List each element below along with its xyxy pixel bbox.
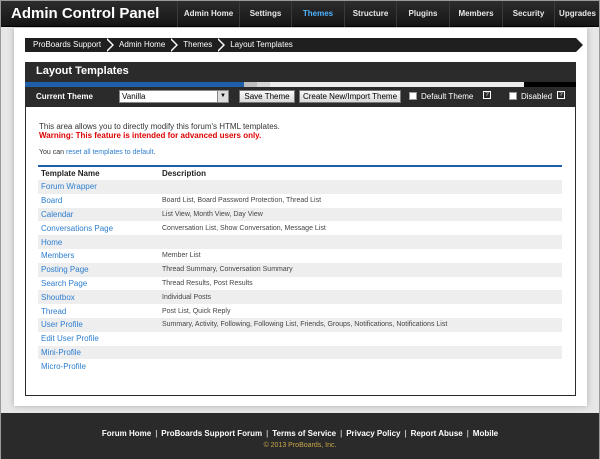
template-description: Thread Results, Post Results [162,279,253,287]
template-description: Member List [162,252,201,260]
template-link[interactable]: Edit User Profile [38,334,162,343]
table-row: Forum Wrapper [38,180,562,194]
template-description: Thread Summary, Conversation Summary [162,266,293,274]
table-row: Micro-Profile [38,359,562,373]
nav-themes[interactable]: Themes [291,1,344,27]
template-link[interactable]: Board [38,196,162,205]
col-template-name: Template Name [41,169,100,178]
nav-plugins[interactable]: Plugins [396,1,449,27]
footer-separator: | [155,429,158,438]
table-row: Shoutbox Individual Posts [38,290,562,305]
breadcrumb: ProBoards Support Admin Home Themes Layout … [25,38,583,52]
nav-settings[interactable]: Settings [239,1,291,27]
table-row: Thread Post List, Quick Reply [38,304,562,318]
nav-upgrades[interactable]: Upgrades [554,1,600,27]
template-link[interactable]: Posting Page [38,265,162,274]
save-theme-button[interactable]: Save Theme [239,90,295,103]
template-link[interactable]: Search Page [38,279,162,288]
footer-separator: | [340,429,343,438]
app-title: Admin Control Panel [11,5,160,22]
nav-structure[interactable]: Structure [344,1,396,27]
template-link[interactable]: User Profile [38,320,162,329]
top-nav: Admin Home Settings Themes Structure Plugins… [177,1,600,27]
footer-separator: | [466,429,469,438]
template-link[interactable]: Mini-Profile [38,348,162,357]
nav-members[interactable]: Members [449,1,502,27]
content-area: This area allows you to directly modify … [25,107,576,396]
table-row: Edit User Profile [38,332,562,346]
footer-link[interactable]: Report Abuse [411,429,463,438]
reset-text: You can reset all templates to default. [39,149,156,156]
template-link[interactable]: Micro-Profile [38,362,162,371]
theme-select[interactable]: Vanilla ▼ [119,90,229,103]
chevron-down-icon[interactable]: ▼ [217,91,228,102]
table-row: Mini-Profile [38,345,562,360]
table-row: Conversations Page Conversation List, Sho… [38,221,562,235]
col-description: Description [162,169,207,178]
template-link[interactable]: Home [38,238,162,247]
nav-security[interactable]: Security [502,1,554,27]
intro-text: This area allows you to directly modify … [39,122,280,131]
template-link[interactable]: Shoutbox [38,293,162,302]
top-bar: Admin Control Panel Admin Home Settings Th… [1,1,599,27]
breadcrumb-item[interactable]: Admin Home [105,38,179,52]
help-icon[interactable]: ? [557,91,565,99]
table-row: Posting Page Thread Summary, Conversation… [38,262,562,277]
breadcrumb-item[interactable]: Layout Templates [216,38,583,52]
help-icon[interactable]: ? [483,91,491,99]
main-panel: ProBoards Support Admin Home Themes Layout … [14,28,587,406]
template-description: Summary, Activity, Following, Following … [162,321,448,329]
template-description: Board List, Board Password Protection, T… [162,197,322,205]
current-theme-label: Current Theme [36,92,93,101]
template-description: Post List, Quick Reply [162,307,231,315]
table-row: Board Board List, Board Password Protecti… [38,194,562,208]
footer-link[interactable]: Mobile [473,429,498,438]
template-link[interactable]: Calendar [38,210,162,219]
default-theme-label: Default Theme [421,92,474,101]
footer-links: Forum Home | ProBoards Support Forum | Terms… [1,429,599,438]
table-header: Template Name Description [38,169,562,180]
template-link[interactable]: Members [38,251,162,260]
create-import-theme-button[interactable]: Create New/Import Theme [299,90,401,103]
table-row: Search Page Thread Results, Post Results [38,277,562,291]
panel-title: Layout Templates [25,62,576,82]
table-top-bar [38,165,562,167]
nav-admin-home[interactable]: Admin Home [177,1,239,27]
disabled-label: Disabled [521,92,553,101]
table-row: Calendar List View, Month View, Day View [38,207,562,222]
template-description: Conversation List, Show Conversation, Me… [162,224,326,232]
template-description: Individual Posts [162,293,212,301]
reset-templates-link[interactable]: reset all templates to default [66,149,154,156]
table-body: Forum Wrapper Board Board List, Board Pass… [38,180,562,373]
copyright: © 2013 ProBoards, Inc. [263,442,337,449]
template-description: List View, Month View, Day View [162,210,263,218]
footer-link[interactable]: ProBoards Support Forum [161,429,262,438]
theme-toolbar: Current Theme Vanilla ▼ Save Theme Creat… [25,87,576,107]
template-link[interactable]: Conversations Page [38,224,162,233]
footer-separator: | [266,429,269,438]
theme-select-value: Vanilla [122,92,146,101]
breadcrumb-item[interactable]: ProBoards Support [25,38,115,52]
template-link[interactable]: Forum Wrapper [38,182,162,191]
table-row: Home [38,235,562,249]
templates-table: Template Name Description Forum Wrapper B… [38,165,562,373]
table-row: Members Member List [38,249,562,263]
template-link[interactable]: Thread [38,307,162,316]
warning-text: Warning: This feature is intended for ad… [39,131,262,140]
footer-link[interactable]: Privacy Policy [346,429,400,438]
footer-link[interactable]: Forum Home [102,429,151,438]
footer-separator: | [404,429,407,438]
footer-link[interactable]: Terms of Service [272,429,336,438]
disabled-checkbox[interactable] [509,92,517,100]
table-row: User Profile Summary, Activity, Following… [38,317,562,332]
footer: Forum Home | ProBoards Support Forum | Terms… [1,413,599,459]
default-theme-checkbox[interactable] [409,92,417,100]
